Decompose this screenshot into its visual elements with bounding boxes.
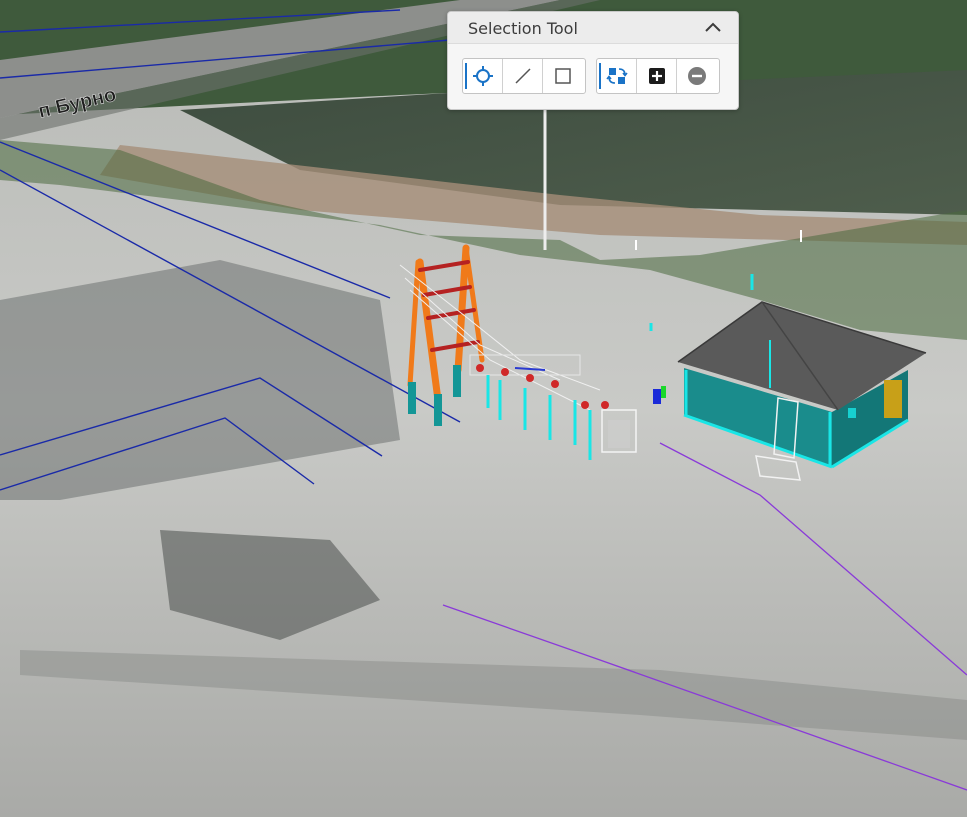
- collapse-button[interactable]: [702, 18, 724, 38]
- remove-from-selection-button[interactable]: [677, 59, 717, 93]
- selection-tool-panel: Selection Tool: [447, 11, 739, 110]
- line-tool-button[interactable]: [503, 59, 543, 93]
- selection-mode-group: [596, 58, 720, 94]
- line-icon: [514, 68, 531, 84]
- panel-title: Selection Tool: [468, 19, 578, 38]
- point-tool-button[interactable]: [463, 59, 503, 93]
- rectangle-icon: [555, 68, 571, 84]
- rectangle-tool-button[interactable]: [543, 59, 583, 93]
- 3d-map-scene[interactable]: п Бурно: [0, 0, 967, 817]
- new-selection-button[interactable]: [597, 59, 637, 93]
- minus-circle-icon: [688, 67, 706, 85]
- plus-square-icon: [648, 68, 665, 84]
- add-to-selection-button[interactable]: [637, 59, 677, 93]
- replace-selection-icon: [605, 68, 628, 84]
- geometry-tool-group: [462, 58, 586, 94]
- panel-header[interactable]: Selection Tool: [448, 12, 738, 44]
- chevron-up-icon: [705, 22, 721, 32]
- crosshair-icon: [472, 66, 493, 86]
